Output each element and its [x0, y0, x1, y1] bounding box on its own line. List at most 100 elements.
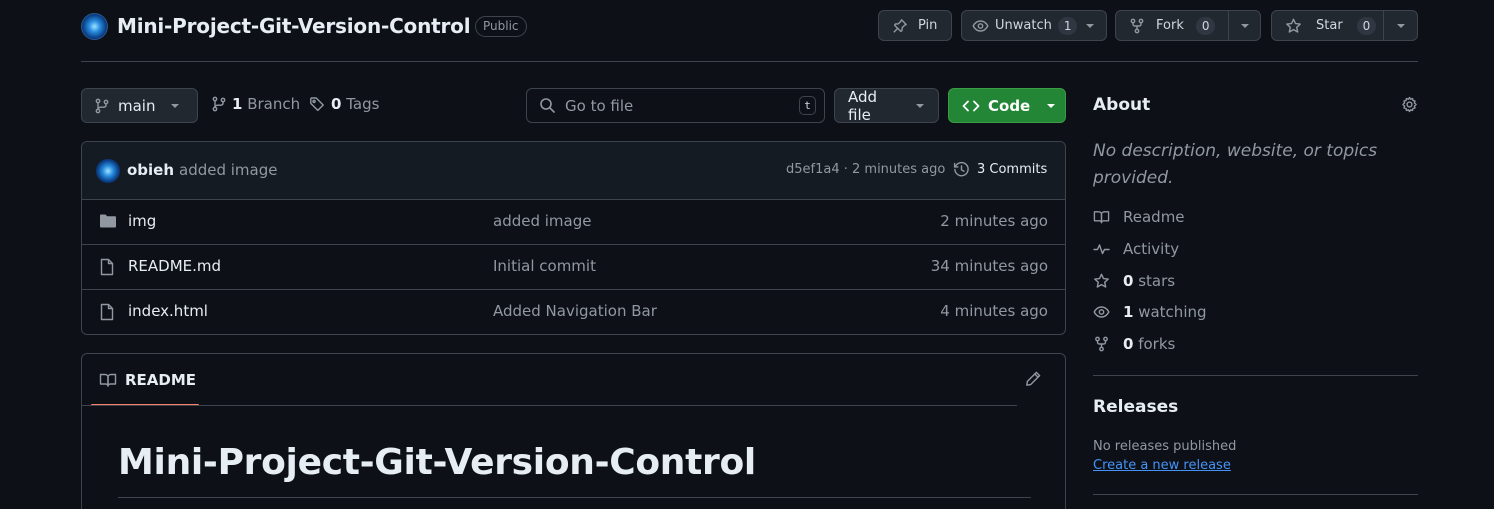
- branch-word: Branch: [247, 95, 301, 113]
- header-divider: [81, 61, 1418, 62]
- latest-commit-bar: obieh added image d5ef1a4 · 2 minutes ag…: [82, 142, 1065, 200]
- pin-button[interactable]: Pin: [878, 10, 952, 41]
- fork-dropdown[interactable]: [1229, 11, 1250, 40]
- search-placeholder: Go to file: [565, 96, 634, 115]
- file-name[interactable]: index.html: [128, 302, 208, 320]
- gear-icon[interactable]: [1401, 96, 1418, 113]
- eye-icon: [972, 18, 989, 34]
- tag-count: 0: [331, 95, 342, 113]
- readme-divider: [82, 405, 1017, 406]
- branch-selector[interactable]: main: [81, 88, 198, 123]
- sidebar-divider: [1093, 375, 1418, 376]
- file-browser: obieh added image d5ef1a4 · 2 minutes ag…: [81, 141, 1066, 335]
- caret-down-icon: [1046, 103, 1056, 109]
- commit-meta[interactable]: d5ef1a4 · 2 minutes ago: [786, 162, 945, 177]
- caret-down-icon: [1396, 23, 1406, 29]
- star-button[interactable]: Star 0: [1271, 10, 1418, 41]
- caret-down-icon: [915, 103, 925, 109]
- eye-icon: [1093, 304, 1110, 320]
- branch-name: main: [118, 96, 156, 115]
- forks-link[interactable]: 0 forks: [1093, 335, 1175, 353]
- file-commit-message[interactable]: Initial commit: [493, 257, 596, 275]
- watching-word: watching: [1138, 303, 1207, 321]
- pin-icon: [892, 18, 908, 34]
- shortcut-key: t: [799, 96, 816, 115]
- activity-link[interactable]: Activity: [1093, 240, 1179, 258]
- pulse-icon: [1093, 241, 1110, 257]
- fork-button[interactable]: Fork 0: [1115, 10, 1261, 41]
- star-icon: [1285, 18, 1302, 34]
- file-icon: [99, 258, 115, 276]
- code-button[interactable]: Code: [948, 88, 1066, 123]
- readme-link[interactable]: Readme: [1093, 208, 1185, 226]
- visibility-badge: Public: [475, 16, 527, 37]
- file-row[interactable]: img added image 2 minutes ago: [82, 200, 1065, 245]
- pencil-icon[interactable]: [1025, 370, 1042, 387]
- fork-icon: [1130, 18, 1144, 34]
- readme-tab[interactable]: README: [91, 354, 198, 406]
- repo-owner-avatar[interactable]: [81, 13, 108, 40]
- file-commit-message[interactable]: added image: [493, 212, 591, 230]
- unwatch-button[interactable]: Unwatch 1: [961, 10, 1107, 41]
- code-label: Code: [988, 96, 1031, 115]
- file-name[interactable]: img: [128, 212, 156, 230]
- file-name[interactable]: README.md: [128, 257, 221, 275]
- author-avatar[interactable]: [96, 159, 120, 183]
- tag-word: Tags: [346, 95, 380, 113]
- create-release-link[interactable]: Create a new release: [1093, 458, 1231, 473]
- caret-down-icon: [1085, 23, 1095, 29]
- file-row[interactable]: README.md Initial commit 34 minutes ago: [82, 245, 1065, 290]
- stars-word: stars: [1138, 272, 1176, 290]
- sidebar-divider: [1093, 494, 1418, 495]
- watching-link[interactable]: 1 watching: [1093, 303, 1207, 321]
- repo-title[interactable]: Mini-Project-Git-Version-Control: [117, 12, 471, 40]
- search-icon: [539, 97, 556, 114]
- commits-link[interactable]: 3 Commits: [953, 161, 1047, 178]
- pin-label: Pin: [918, 18, 938, 33]
- file-time: 4 minutes ago: [940, 302, 1048, 320]
- stars-count: 0: [1123, 272, 1134, 290]
- watch-dropdown[interactable]: [1078, 11, 1095, 40]
- file-commit-message[interactable]: Added Navigation Bar: [493, 302, 657, 320]
- commit-author[interactable]: obieh: [127, 161, 174, 179]
- fork-icon: [1093, 336, 1110, 352]
- file-row[interactable]: index.html Added Navigation Bar 4 minute…: [82, 290, 1065, 334]
- code-icon: [962, 98, 980, 114]
- stars-link[interactable]: 0 stars: [1093, 272, 1175, 290]
- branch-icon: [95, 98, 109, 114]
- readme-panel: README Mini-Project-Git-Version-Control: [81, 353, 1066, 509]
- commit-message[interactable]: added image: [179, 161, 277, 179]
- add-file-button[interactable]: Add file: [834, 87, 939, 124]
- file-time: 2 minutes ago: [940, 212, 1048, 230]
- history-icon: [953, 161, 970, 178]
- about-description: No description, website, or topics provi…: [1093, 141, 1378, 188]
- readme-link-label: Readme: [1123, 208, 1185, 226]
- forks-count: 0: [1123, 335, 1134, 353]
- book-icon: [99, 372, 117, 388]
- folder-icon: [99, 213, 117, 229]
- fork-label: Fork: [1156, 18, 1184, 33]
- fork-counter: 0: [1195, 16, 1216, 35]
- forks-word: forks: [1138, 335, 1176, 353]
- add-file-label: Add file: [848, 87, 878, 124]
- file-icon: [99, 303, 115, 321]
- watch-counter: 1: [1057, 16, 1078, 35]
- releases-title[interactable]: Releases: [1093, 397, 1178, 417]
- star-counter: 0: [1356, 16, 1377, 35]
- heading-rule: [118, 497, 1031, 498]
- watching-count: 1: [1123, 303, 1134, 321]
- no-releases-text: No releases published: [1093, 439, 1237, 454]
- book-icon: [1093, 209, 1110, 225]
- activity-link-label: Activity: [1123, 240, 1180, 258]
- go-to-file-input[interactable]: Go to file t: [526, 88, 825, 123]
- unwatch-label: Unwatch: [995, 18, 1052, 33]
- readme-tab-label: README: [125, 371, 197, 389]
- star-dropdown[interactable]: [1384, 11, 1406, 40]
- star-label: Star: [1316, 18, 1343, 33]
- star-icon: [1093, 273, 1110, 289]
- tags-link[interactable]: 0 Tags: [309, 95, 379, 113]
- branch-icon: [212, 96, 226, 112]
- caret-down-icon: [1240, 23, 1250, 29]
- readme-heading: Mini-Project-Git-Version-Control: [118, 442, 756, 483]
- branches-link[interactable]: 1 Branch: [212, 95, 300, 113]
